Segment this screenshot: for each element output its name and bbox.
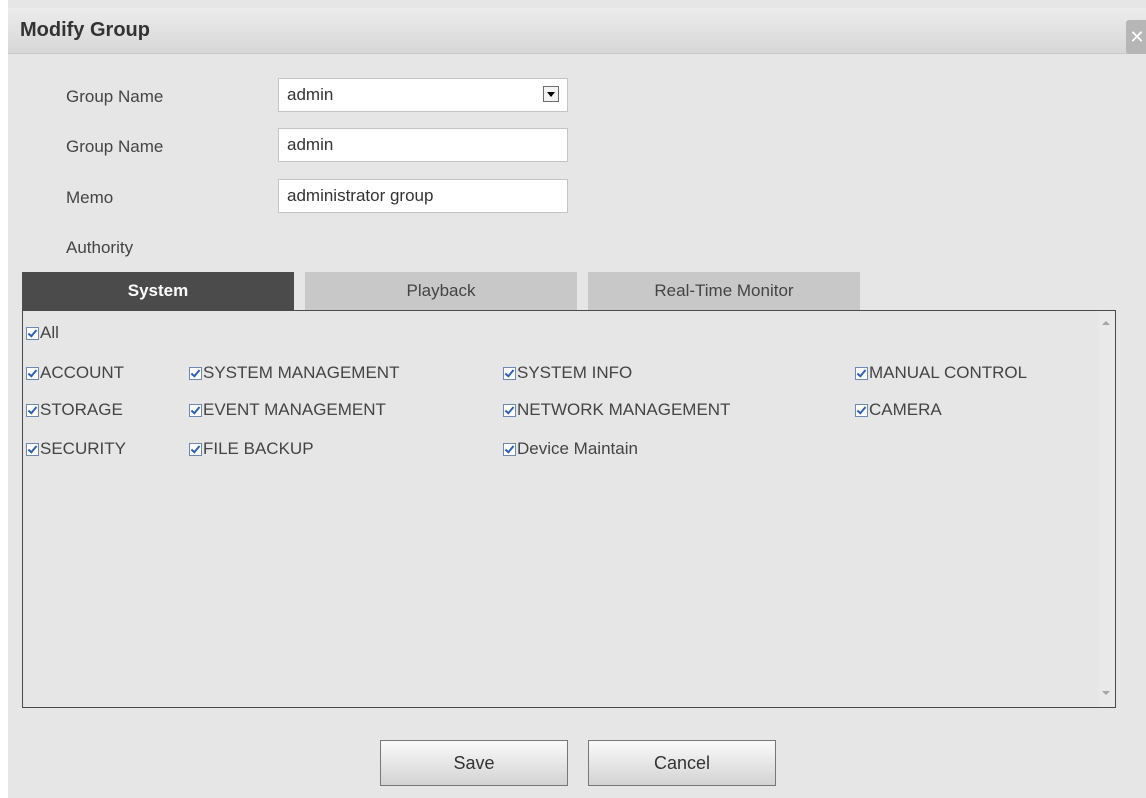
checkbox-network-management[interactable]: NETWORK MANAGEMENT — [503, 400, 730, 420]
checkbox-checked-icon[interactable] — [26, 366, 39, 380]
checkbox-storage[interactable]: STORAGE — [26, 400, 123, 420]
checkbox-device-maintain[interactable]: Device Maintain — [503, 439, 638, 459]
save-button[interactable]: Save — [380, 740, 568, 786]
checkbox-checked-icon[interactable] — [855, 366, 868, 380]
checkbox-security[interactable]: SECURITY — [26, 439, 126, 459]
checkbox-checked-icon[interactable] — [503, 403, 516, 417]
checkbox-label: NETWORK MANAGEMENT — [517, 400, 731, 419]
checkbox-label: CAMERA — [869, 400, 942, 419]
checkbox-file-backup[interactable]: FILE BACKUP — [189, 439, 314, 459]
group-name-input[interactable]: admin — [278, 128, 568, 162]
checkbox-label: ACCOUNT — [40, 363, 125, 382]
modify-group-dialog: Modify Group ✕ Group Name admin Group Na… — [8, 0, 1146, 798]
memo-input[interactable]: administrator group — [278, 179, 568, 213]
checkbox-account[interactable]: ACCOUNT — [26, 363, 124, 383]
chevron-down-icon[interactable] — [543, 86, 559, 102]
group-select[interactable]: admin — [278, 78, 568, 112]
checkbox-checked-icon[interactable] — [503, 366, 516, 380]
scroll-up-icon[interactable] — [1102, 321, 1110, 325]
panel-scrollbar[interactable] — [1098, 311, 1115, 707]
checkbox-label: SYSTEM INFO — [517, 363, 633, 382]
checkbox-system-info[interactable]: SYSTEM INFO — [503, 363, 632, 383]
group-select-value: admin — [287, 85, 334, 104]
authority-panel: All ACCOUNT SYSTEM MANAGEMENT SYSTEM INF… — [22, 310, 1116, 708]
checkbox-event-management[interactable]: EVENT MANAGEMENT — [189, 400, 386, 420]
checkbox-checked-icon[interactable] — [855, 403, 868, 417]
checkbox-checked-icon[interactable] — [26, 442, 39, 456]
checkbox-checked-icon[interactable] — [26, 326, 39, 340]
checkbox-checked-icon[interactable] — [189, 366, 202, 380]
authority-label: Authority — [66, 238, 134, 257]
tab-playback[interactable]: Playback — [305, 272, 577, 310]
checkbox-label: Device Maintain — [517, 439, 638, 458]
checkbox-label: SYSTEM MANAGEMENT — [203, 363, 400, 382]
checkbox-checked-icon[interactable] — [26, 403, 39, 417]
checkbox-camera[interactable]: CAMERA — [855, 400, 942, 420]
cancel-button[interactable]: Cancel — [588, 740, 776, 786]
checkbox-all[interactable]: All — [26, 323, 59, 343]
scroll-down-icon[interactable] — [1102, 691, 1110, 695]
checkbox-label: EVENT MANAGEMENT — [203, 400, 386, 419]
checkbox-label: FILE BACKUP — [203, 439, 314, 458]
group-select-label: Group Name — [66, 87, 164, 106]
dialog-title: Modify Group — [20, 19, 150, 41]
tab-real-time-monitor[interactable]: Real-Time Monitor — [588, 272, 860, 310]
memo-label: Memo — [66, 188, 114, 207]
checkbox-manual-control[interactable]: MANUAL CONTROL — [855, 363, 1027, 383]
checkbox-label: SECURITY — [40, 439, 126, 458]
checkbox-checked-icon[interactable] — [189, 403, 202, 417]
tab-system[interactable]: System — [22, 272, 294, 310]
checkbox-system-management[interactable]: SYSTEM MANAGEMENT — [189, 363, 399, 383]
dialog-titlebar: Modify Group ✕ — [8, 8, 1146, 54]
checkbox-checked-icon[interactable] — [503, 442, 516, 456]
checkbox-label: All — [40, 323, 59, 342]
checkbox-checked-icon[interactable] — [189, 442, 202, 456]
checkbox-label: STORAGE — [40, 400, 123, 419]
close-icon[interactable]: ✕ — [1126, 20, 1146, 54]
checkbox-label: MANUAL CONTROL — [869, 363, 1028, 382]
group-name-label: Group Name — [66, 137, 164, 156]
